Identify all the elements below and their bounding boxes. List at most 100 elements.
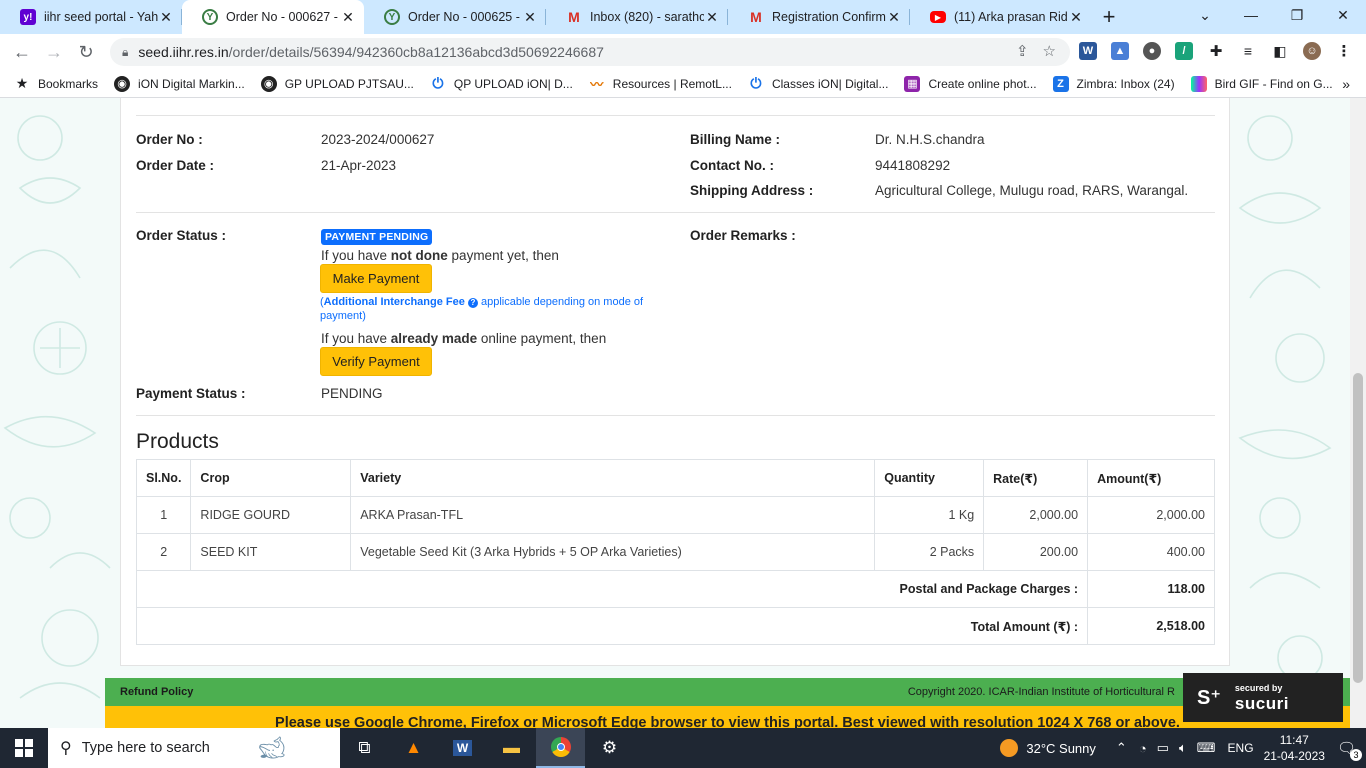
remotl-icon: 〰 — [590, 77, 604, 92]
help-icon[interactable]: ? — [467, 298, 478, 308]
weather-text[interactable]: 32°C Sunny — [1026, 741, 1096, 756]
volume-icon[interactable]: 🔈︎ — [1179, 740, 1187, 756]
contact-label: Contact No. : — [690, 158, 774, 173]
manatee-search-highlight-icon: 🐋︎ — [257, 735, 286, 760]
make-payment-button[interactable]: Make Payment — [320, 264, 432, 293]
close-icon[interactable]: ✕ — [158, 9, 174, 25]
clock[interactable]: 11:47 21-04-2023 — [1264, 732, 1325, 764]
billing-name-label: Billing Name : — [690, 132, 781, 147]
extension-icon[interactable]: ● — [1143, 42, 1161, 60]
puzzle-icon[interactable]: ✚ — [1207, 42, 1225, 60]
network-icon[interactable]: ◔ — [1139, 741, 1147, 756]
order-remarks-label: Order Remarks : — [690, 228, 796, 243]
interchange-fee-link[interactable]: Additional Interchange Fee — [324, 296, 465, 308]
already-made-text: If you have already made online payment,… — [321, 331, 607, 346]
tab-3[interactable]: M Inbox (820) - sarathch ✕ — [546, 0, 728, 34]
sucuri-badge[interactable]: S⁺ secured by sucuri — [1183, 673, 1343, 722]
settings-gear-icon[interactable]: ⚙ — [585, 728, 634, 768]
close-icon[interactable]: ✕ — [1068, 9, 1084, 25]
bookmark-item[interactable]: ◉ iON Digital Markin... — [114, 75, 245, 92]
taskbar-search-input[interactable]: ⚲ Type here to search 🐋︎ — [48, 728, 340, 768]
clock-date: 21-04-2023 — [1263, 749, 1325, 763]
order-status-label: Order Status : — [136, 228, 227, 243]
lock-icon: 🔒︎ — [122, 44, 129, 59]
file-explorer-icon[interactable]: ▬ — [487, 728, 536, 768]
cell-quantity: 2 Packs — [874, 533, 985, 571]
restore-button[interactable]: ❐ — [1274, 0, 1320, 30]
new-tab-button[interactable]: + — [1094, 0, 1124, 34]
star-icon: ★ — [15, 75, 29, 91]
iihr-logo-icon: Y — [384, 9, 400, 25]
word-extension-icon[interactable]: W — [1079, 42, 1097, 60]
interchange-fee-note: (Additional Interchange Fee ? applicable… — [320, 296, 644, 322]
bookmark-item[interactable]: Z Zimbra: Inbox (24) — [1052, 75, 1175, 92]
grammar-extension-icon[interactable]: / — [1175, 42, 1193, 60]
refund-policy-link[interactable]: Refund Policy — [120, 686, 193, 698]
page-content: Order No : 2023-2024/000627 Order Date :… — [0, 98, 1350, 728]
chevron-up-icon[interactable]: ⌃ — [1116, 740, 1127, 756]
browser-toolbar: ← → ↻ 🔒︎ seed.iihr.res.in/order/details/… — [0, 34, 1366, 70]
vlc-icon[interactable]: ▲ — [389, 728, 438, 768]
sucuri-secured-text: secured by — [1234, 682, 1283, 693]
bookmark-item[interactable]: Bird GIF - Find on G... — [1190, 75, 1333, 92]
avatar[interactable]: ☺ — [1303, 42, 1321, 60]
scrollbar-thumb[interactable] — [1353, 373, 1363, 683]
gmail-icon: M — [568, 9, 580, 25]
forward-button[interactable]: → — [38, 36, 70, 68]
menu-icon[interactable]: ⋮ — [1335, 42, 1353, 60]
word-app-icon[interactable]: W — [438, 728, 487, 768]
column-header: Sl.No. — [135, 459, 192, 497]
keyboard-icon[interactable]: ⌨ — [1197, 740, 1216, 756]
tab-0[interactable]: y! iihr seed portal - Yaho ✕ — [0, 0, 182, 34]
chrome-app-icon[interactable] — [536, 728, 585, 768]
column-header: Crop — [190, 459, 352, 497]
sucuri-logo-icon: S⁺ — [1197, 687, 1221, 709]
back-button[interactable]: ← — [6, 36, 38, 68]
bookmark-item[interactable]: ★ Bookmarks — [14, 75, 98, 92]
footer-bar: Refund Policy Copyright 2020. ICAR-India… — [105, 678, 1350, 706]
column-header: Amount(₹) — [1087, 459, 1215, 497]
bookmark-item[interactable]: ⏻ QP UPLOAD iON| D... — [430, 75, 572, 92]
address-bar[interactable]: 🔒︎ seed.iihr.res.in/order/details/56394/… — [110, 38, 1070, 66]
bookmark-item[interactable]: ◉ GP UPLOAD PJTSAU... — [260, 75, 414, 92]
postal-charges-row: Postal and Package Charges : 118.00 — [135, 570, 1215, 608]
battery-icon[interactable]: ▭ — [1157, 740, 1169, 756]
close-window-button[interactable]: ✕ — [1320, 0, 1366, 30]
close-icon[interactable]: ✕ — [522, 9, 538, 25]
windows-start-button[interactable] — [0, 728, 48, 768]
close-icon[interactable]: ✕ — [340, 9, 356, 25]
total-amount-label: Total Amount (₹) : — [135, 607, 1089, 645]
minimize-button[interactable]: — — [1228, 0, 1274, 30]
reload-button[interactable]: ↻ — [70, 36, 102, 68]
tab-2[interactable]: Y Order No - 000625 - I ✕ — [364, 0, 546, 34]
bookmark-star-icon[interactable]: ☆ — [1043, 42, 1056, 60]
chevron-right-icon[interactable]: » — [1342, 76, 1350, 92]
tab-1[interactable]: Y Order No - 000627 - I ✕ — [182, 0, 364, 34]
language-indicator[interactable]: ENG — [1228, 741, 1254, 755]
share-icon[interactable]: ⇪ — [1016, 42, 1029, 60]
close-icon[interactable]: ✕ — [704, 9, 720, 25]
notification-icon[interactable]: 🗨︎ 3 — [1337, 739, 1362, 761]
column-header: Variety — [350, 459, 876, 497]
tab-search-icon[interactable]: ⌄ — [1182, 0, 1228, 30]
tab-4[interactable]: M Registration Confirma ✕ — [728, 0, 910, 34]
order-date-value: 21-Apr-2023 — [321, 158, 397, 173]
verify-payment-button[interactable]: Verify Payment — [320, 347, 432, 376]
url-text: seed.iihr.res.in/order/details/56394/942… — [138, 44, 604, 60]
bookmark-item[interactable]: ▦ Create online phot... — [904, 75, 1037, 92]
browser-notice: Please use Google Chrome, Firefox or Mic… — [105, 706, 1350, 728]
side-panel-icon[interactable]: ◧ — [1271, 42, 1289, 60]
drive-extension-icon[interactable]: ▲ — [1111, 42, 1129, 60]
page-scrollbar[interactable] — [1350, 98, 1366, 728]
task-view-icon[interactable]: ⧉ — [340, 728, 389, 768]
cell-rate: 200.00 — [983, 533, 1089, 571]
bookmark-item[interactable]: 〰 Resources | RemotL... — [589, 76, 732, 93]
table-row: 2 SEED KIT Vegetable Seed Kit (3 Arka Hy… — [135, 533, 1215, 571]
tab-5[interactable]: ▶ (11) Arka prasan Ridg ✕ — [910, 0, 1092, 34]
close-icon[interactable]: ✕ — [886, 9, 902, 25]
bookmark-item[interactable]: ⏻ Classes iON| Digital... — [748, 75, 888, 92]
products-table: Sl.No. Crop Variety Quantity Rate(₹) Amo… — [135, 459, 1215, 645]
globe-icon: ◉ — [114, 75, 131, 92]
notification-count: 3 — [1350, 749, 1362, 761]
reading-list-icon[interactable]: ≡ — [1239, 42, 1257, 60]
